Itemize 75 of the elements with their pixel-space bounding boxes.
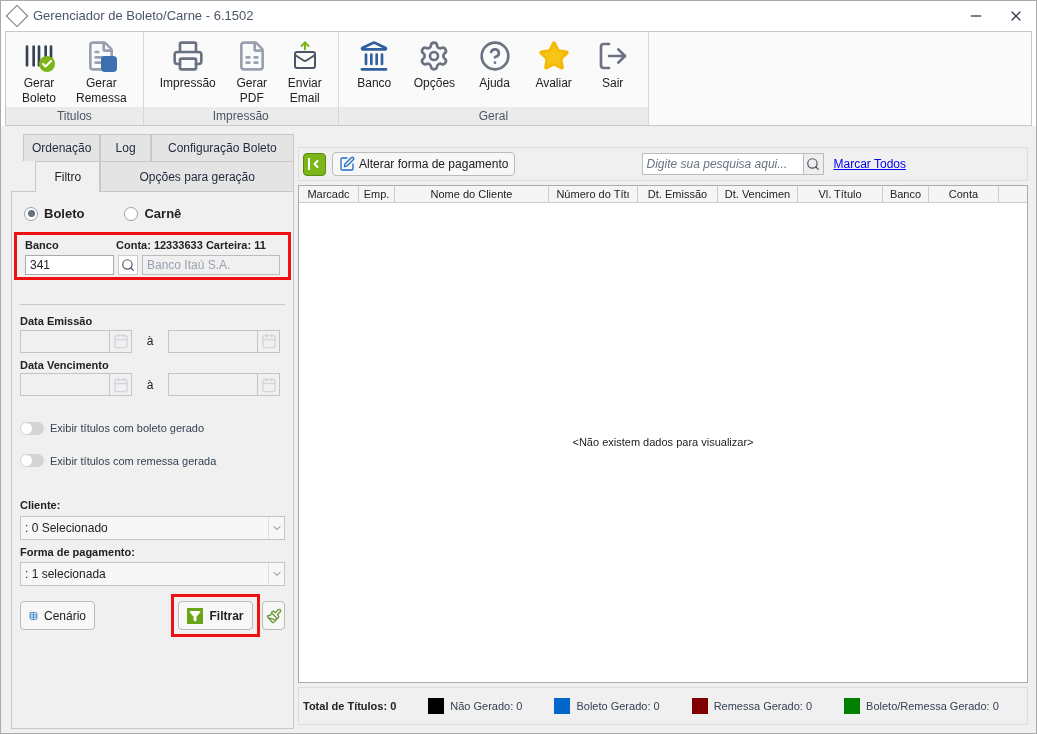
- date-field[interactable]: [168, 329, 280, 353]
- ribbon-button[interactable]: Opções: [405, 40, 464, 91]
- column-header[interactable]: Banco: [883, 186, 929, 202]
- date-field[interactable]: [168, 373, 280, 396]
- ribbon-button[interactable]: Enviar Email: [279, 40, 330, 106]
- collapse-panel-button[interactable]: [303, 152, 326, 176]
- window-title: Gerenciador de Boleto/Carne - 6.1502: [33, 7, 254, 26]
- date-field[interactable]: [20, 373, 132, 396]
- range-separator: à: [145, 376, 155, 394]
- ribbon-button[interactable]: Gerar Boleto: [14, 40, 65, 106]
- column-header[interactable]: Emp.: [359, 186, 395, 202]
- change-payment-button[interactable]: Alterar forma de pagamento: [332, 152, 516, 176]
- ribbon-group-label: Geral: [338, 107, 649, 125]
- toggle-label: Exibir títulos com boleto gerado: [50, 421, 205, 436]
- ribbon-button[interactable]: Ajuda: [467, 40, 523, 91]
- legend-label: Boleto/Remessa Gerado: 0: [866, 698, 999, 714]
- calendar-icon: [260, 376, 277, 393]
- empty-message: <Não existem dados para visualizar>: [572, 435, 754, 451]
- ribbon-button[interactable]: Banco: [346, 40, 402, 91]
- search-field[interactable]: Digite sua pesquisa aqui...: [641, 153, 824, 175]
- edit-icon: [339, 156, 355, 172]
- bank-label: Banco: [25, 237, 60, 253]
- tab[interactable]: Log: [100, 134, 151, 161]
- search-button[interactable]: [118, 255, 138, 275]
- calendar-icon: [260, 333, 277, 349]
- ribbon-button[interactable]: Impressão: [151, 40, 224, 91]
- scenario-button[interactable]: Cenário: [20, 601, 95, 630]
- star-icon: [537, 40, 570, 72]
- clear-button[interactable]: [262, 601, 285, 630]
- column-header[interactable]: Vl. Título: [798, 186, 883, 202]
- account-info: Conta: 12333633 Carteira: 11: [116, 237, 266, 253]
- bank-code-field[interactable]: 341: [25, 255, 114, 275]
- field-label: Data Emissão: [20, 314, 94, 329]
- mark-all-link[interactable]: Marcar Todos: [833, 155, 906, 173]
- column-header[interactable]: Número do Títı: [549, 186, 638, 202]
- range-separator: à: [145, 333, 155, 350]
- help-icon: [478, 40, 511, 72]
- legend-label: Remessa Gerado: 0: [713, 698, 813, 714]
- ribbon-group-label: Impressão: [143, 107, 338, 125]
- filter-button[interactable]: Filtrar: [178, 601, 253, 630]
- ribbon-button[interactable]: Avaliar: [526, 40, 582, 91]
- column-header[interactable]: Dt. Vencimen: [718, 186, 798, 202]
- tab[interactable]: Opções para geração: [100, 161, 294, 191]
- printer-icon: [171, 40, 204, 72]
- column-header[interactable]: Marcadc: [299, 186, 359, 202]
- calendar-icon: [112, 333, 129, 349]
- search-icon: [806, 157, 820, 171]
- toggle-label: Exibir títulos com remessa gerada: [50, 453, 217, 469]
- bank-name-field: Banco Itaú S.A.: [142, 255, 280, 275]
- tab[interactable]: Configuração Boleto: [150, 134, 294, 161]
- dropdown[interactable]: : 0 Selecionado: [20, 515, 285, 540]
- ribbon-button[interactable]: Gerar Remessa: [68, 40, 135, 106]
- filter-icon: [187, 607, 204, 624]
- tab[interactable]: Filtro: [35, 161, 101, 192]
- field-label: Forma de pagamento:: [20, 544, 136, 560]
- dropdown[interactable]: : 1 selecionada: [20, 562, 285, 586]
- column-header[interactable]: Nome do Cliente: [395, 186, 549, 202]
- field-label: Data Vencimento: [20, 357, 110, 373]
- calendar-icon: [112, 376, 129, 393]
- total-count: Total de Títulos: 0: [303, 698, 397, 714]
- radio-option[interactable]: Carnê: [124, 204, 182, 224]
- column-header[interactable]: Conta: [929, 186, 999, 202]
- brush-icon: [265, 607, 282, 624]
- legend-label: Não Gerado: 0: [450, 698, 523, 714]
- field-label: Cliente:: [20, 498, 62, 513]
- column-header[interactable]: Dt. Emissão: [638, 186, 718, 202]
- legend-label: Boleto Gerado: 0: [576, 698, 660, 714]
- toggle-switch[interactable]: [20, 421, 44, 435]
- radio-option[interactable]: Boleto: [24, 204, 85, 224]
- tab[interactable]: Ordenação: [23, 134, 101, 161]
- toggle-switch[interactable]: [20, 454, 44, 468]
- ribbon-group-label: Titulos: [6, 107, 143, 125]
- ribbon-button[interactable]: Sair: [585, 40, 641, 91]
- ribbon-button[interactable]: Gerar PDF: [227, 40, 276, 106]
- date-field[interactable]: [20, 329, 132, 353]
